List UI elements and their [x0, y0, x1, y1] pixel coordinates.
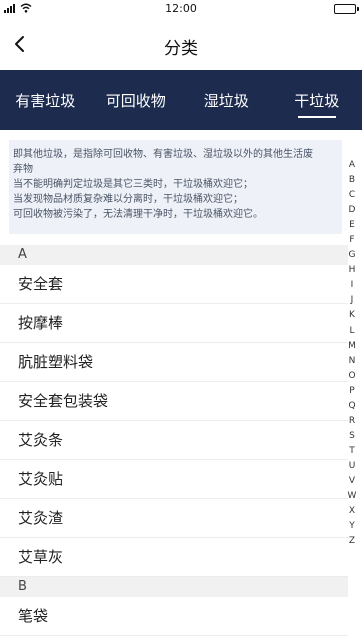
- description-line: 弃物: [13, 164, 33, 175]
- index-letter[interactable]: A: [349, 158, 355, 173]
- index-letter[interactable]: D: [349, 203, 356, 218]
- list-item[interactable]: 笔袋: [0, 597, 348, 636]
- status-time: 12:00: [165, 2, 197, 15]
- index-letter[interactable]: V: [349, 474, 355, 489]
- section-header-a: A: [0, 245, 348, 265]
- index-letter[interactable]: Q: [348, 399, 355, 414]
- index-letter[interactable]: T: [349, 444, 355, 459]
- tab-hazardous-waste[interactable]: 有害垃圾: [0, 70, 91, 130]
- waste-item-list: A 安全套 按摩棒 肮脏塑料袋 安全套包装袋 艾灸条 艾灸贴 艾灸渣 艾草灰 B…: [0, 245, 348, 636]
- description-line: 即其他垃圾，是指除可回收物、有害垃圾、湿垃圾以外的其他生活废: [13, 149, 313, 160]
- description-line: 当发现物品材质复杂难以分离时，干垃圾桶欢迎它；: [13, 194, 243, 205]
- index-letter[interactable]: Y: [349, 519, 355, 534]
- index-letter[interactable]: C: [349, 188, 355, 203]
- list-item[interactable]: 艾灸渣: [0, 499, 348, 538]
- section-header-b: B: [0, 577, 348, 597]
- index-letter[interactable]: P: [349, 384, 354, 399]
- index-letter[interactable]: G: [349, 248, 356, 263]
- index-letter[interactable]: X: [349, 504, 355, 519]
- list-item[interactable]: 艾灸贴: [0, 460, 348, 499]
- index-letter[interactable]: L: [349, 324, 354, 339]
- index-letter[interactable]: R: [349, 414, 355, 429]
- index-letter[interactable]: F: [349, 233, 354, 248]
- index-letter[interactable]: K: [349, 308, 355, 323]
- list-item[interactable]: 艾草灰: [0, 538, 348, 577]
- list-item[interactable]: 按摩棒: [0, 304, 348, 343]
- list-item[interactable]: 艾灸条: [0, 421, 348, 460]
- page-title: 分类: [164, 39, 198, 59]
- list-item[interactable]: 肮脏塑料袋: [0, 343, 348, 382]
- status-bar: 12:00: [0, 0, 362, 18]
- index-letter[interactable]: S: [349, 429, 355, 444]
- index-letter[interactable]: W: [348, 489, 357, 504]
- index-letter[interactable]: U: [349, 459, 356, 474]
- tab-recyclables[interactable]: 可回收物: [91, 70, 182, 130]
- tab-wet-waste[interactable]: 湿垃圾: [181, 70, 272, 130]
- list-item[interactable]: 安全套: [0, 265, 348, 304]
- index-letter[interactable]: B: [349, 173, 355, 188]
- index-letter[interactable]: J: [351, 293, 354, 308]
- index-letter[interactable]: M: [348, 339, 356, 354]
- index-letter[interactable]: N: [349, 354, 356, 369]
- alphabet-index: A B C D E F G H I J K L M N O P Q R S T …: [346, 158, 358, 549]
- category-tab-bar: 有害垃圾 可回收物 湿垃圾 干垃圾: [0, 70, 362, 130]
- index-letter[interactable]: E: [349, 218, 355, 233]
- tab-dry-waste[interactable]: 干垃圾: [272, 70, 362, 130]
- description-line: 可回收物被污染了，无法清理干净时，干垃圾桶欢迎它。: [13, 209, 263, 220]
- navigation-bar: 分类: [0, 18, 362, 70]
- category-description: 即其他垃圾，是指除可回收物、有害垃圾、湿垃圾以外的其他生活废 弃物 当不能明确判…: [9, 140, 342, 234]
- index-letter[interactable]: I: [351, 278, 354, 293]
- index-letter[interactable]: O: [348, 369, 355, 384]
- list-item[interactable]: 安全套包装袋: [0, 382, 348, 421]
- index-letter[interactable]: Z: [349, 534, 355, 549]
- index-letter[interactable]: H: [349, 263, 356, 278]
- description-line: 当不能明确判定垃圾是其它三类时，干垃圾桶欢迎它；: [13, 179, 253, 190]
- battery-icon: [334, 4, 359, 14]
